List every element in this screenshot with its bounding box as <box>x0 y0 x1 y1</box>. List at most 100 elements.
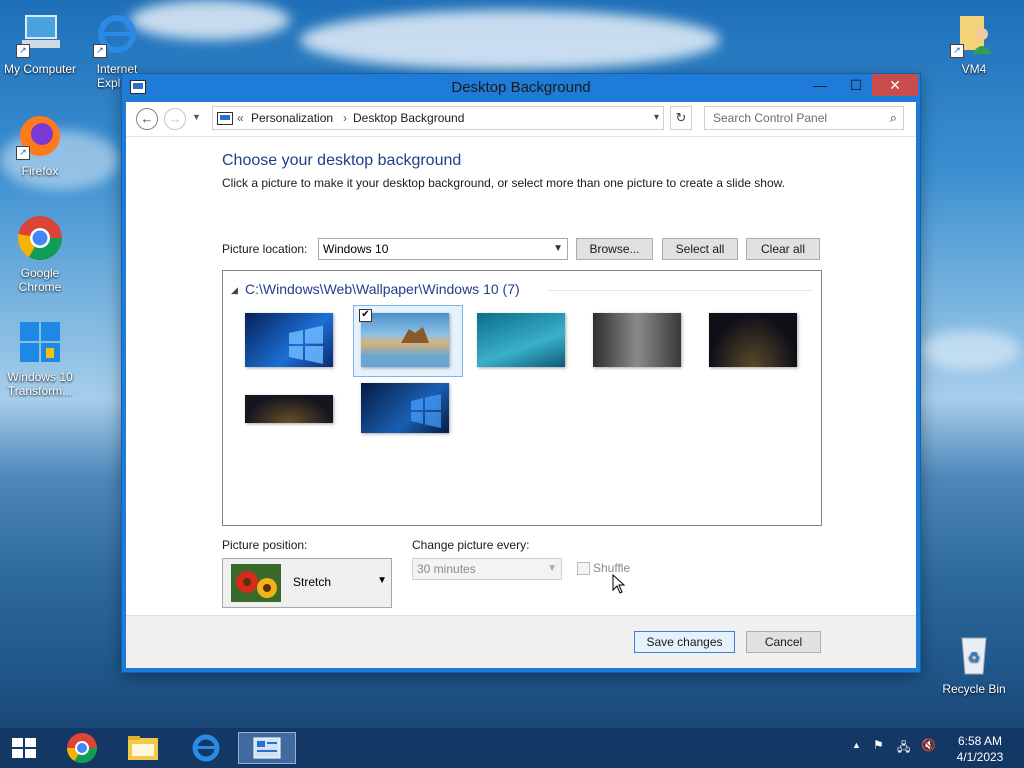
collapse-group-icon[interactable]: ◢ <box>231 285 238 296</box>
window-title: Desktop Background <box>451 79 591 96</box>
computer-icon: ↗ <box>16 10 64 58</box>
picture-location-select[interactable]: Windows 10 ▼ <box>318 238 568 260</box>
desktop-icon-recycle-bin[interactable]: ♻ Recycle Bin <box>934 630 1014 696</box>
desktop-icon-label: VM4 <box>961 62 987 76</box>
svg-text:♻: ♻ <box>968 649 981 665</box>
folder-icon <box>128 736 158 760</box>
taskbar: ▲ ⚑ 🖧 🔇 6:58 AM 4/1/2023 <box>0 728 1024 768</box>
shuffle-checkbox[interactable] <box>577 562 590 575</box>
shortcut-arrow-icon: ↗ <box>950 44 964 58</box>
window-client: ← → ▼ « Personalization › Desktop Backgr… <box>126 102 916 668</box>
page-heading: Choose your desktop background <box>222 152 462 169</box>
thumbnail-underwater-swimmer[interactable] <box>477 313 565 367</box>
recent-pages-chevron-icon[interactable]: ▼ <box>192 112 201 122</box>
chrome-icon <box>16 214 64 262</box>
desktop-icon-label: Firefox <box>21 164 59 178</box>
picture-position-select[interactable]: Stretch ▼ <box>222 558 392 608</box>
shortcut-arrow-icon: ↗ <box>16 44 30 58</box>
change-picture-select[interactable]: 30 minutes ▼ <box>412 558 562 580</box>
taskbar-chrome[interactable] <box>56 732 108 764</box>
start-button[interactable] <box>0 732 48 764</box>
search-icon: ⌕ <box>889 110 897 125</box>
picture-location-row: Picture location: Windows 10 ▼ Browse...… <box>222 238 832 264</box>
back-icon[interactable]: ← <box>136 108 158 130</box>
flowers-preview-icon <box>231 564 281 602</box>
shortcut-arrow-icon: ↗ <box>93 44 107 58</box>
taskbar-control-panel[interactable] <box>238 732 296 764</box>
user-folder-icon: ↗ <box>950 10 998 58</box>
taskbar-file-explorer[interactable] <box>118 732 170 764</box>
firefox-icon: ↗ <box>16 112 64 160</box>
browse-button[interactable]: Browse... <box>576 238 653 260</box>
shortcut-arrow-icon: ↗ <box>16 146 30 160</box>
control-panel-icon <box>217 112 233 125</box>
search-placeholder: Search Control Panel <box>713 111 828 125</box>
taskbar-internet-explorer[interactable] <box>180 732 232 764</box>
thumbnail-night-sky-tent[interactable] <box>709 313 797 367</box>
clock-time: 6:58 AM <box>957 734 1003 748</box>
desktop-icon-windows10-transform[interactable]: Windows 10 Transform... <box>0 318 80 398</box>
windows-logo-icon <box>16 318 64 366</box>
picture-location-value: Windows 10 <box>323 242 389 256</box>
forward-icon[interactable]: → <box>164 108 186 130</box>
control-panel-icon <box>253 737 281 759</box>
search-input[interactable]: Search Control Panel ⌕ <box>704 106 904 130</box>
desktop-icon-vm4[interactable]: ↗ VM4 <box>934 10 1014 76</box>
clock-date: 4/1/2023 <box>956 750 1004 764</box>
chevron-down-icon: ▼ <box>377 575 387 586</box>
address-bar[interactable]: « Personalization › Desktop Background ▾ <box>212 106 664 130</box>
address-dropdown-icon[interactable]: ▾ <box>654 107 659 129</box>
refresh-icon[interactable]: ↻ <box>670 106 692 130</box>
thumbnail-beach-rocks[interactable] <box>361 313 449 367</box>
breadcrumb-personalization[interactable]: Personalization <box>251 107 333 129</box>
dialog-footer: Save changes Cancel <box>126 615 916 668</box>
maximize-button[interactable]: ☐ <box>842 74 870 96</box>
save-changes-button[interactable]: Save changes <box>634 631 735 653</box>
breadcrumb-separator: › <box>343 111 347 125</box>
thumbnail-checkbox[interactable]: ✔ <box>359 309 372 322</box>
action-center-flag-icon[interactable]: ⚑ <box>873 738 884 752</box>
picture-position-label: Picture position: <box>222 538 308 552</box>
select-all-button[interactable]: Select all <box>662 238 738 260</box>
close-button[interactable]: ✕ <box>872 74 918 96</box>
window-titlebar[interactable]: Desktop Background — ☐ ✕ <box>122 74 920 102</box>
shuffle-label: Shuffle <box>593 561 631 575</box>
clear-all-button[interactable]: Clear all <box>746 238 820 260</box>
page-description: Click a picture to make it your desktop … <box>222 176 785 190</box>
mouse-cursor-icon <box>612 574 626 594</box>
system-clock[interactable]: 6:58 AM 4/1/2023 <box>950 733 1010 765</box>
change-picture-label: Change picture every: <box>412 538 530 552</box>
address-toolbar: ← → ▼ « Personalization › Desktop Backgr… <box>126 102 916 137</box>
windows-start-icon <box>12 738 36 758</box>
desktop-background-window: Desktop Background — ☐ ✕ ← → ▼ « Persona… <box>122 74 920 672</box>
desktop-icon-firefox[interactable]: ↗ Firefox <box>0 112 80 178</box>
chevron-down-icon: ▼ <box>553 243 563 254</box>
breadcrumb-desktop-background[interactable]: Desktop Background <box>353 107 464 129</box>
desktop-icon-my-computer[interactable]: ↗ My Computer <box>0 10 80 76</box>
chevron-down-icon: ▼ <box>547 563 557 574</box>
volume-muted-icon[interactable]: 🔇 <box>921 738 936 752</box>
wallpaper-cloud <box>300 10 720 70</box>
recycle-bin-icon: ♻ <box>950 630 998 678</box>
internet-explorer-icon <box>192 734 220 762</box>
desktop-icon-label: Recycle Bin <box>942 682 1006 696</box>
picture-position-value: Stretch <box>293 575 332 589</box>
thumbnail-night-panorama[interactable] <box>245 395 333 423</box>
address-prefix: « <box>237 111 244 125</box>
cancel-button[interactable]: Cancel <box>746 631 821 653</box>
group-divider <box>547 290 813 291</box>
wallpaper-cloud <box>920 330 1020 370</box>
thumbnail-windows-logo-blue[interactable] <box>245 313 333 367</box>
desktop-icon-label: Google Chrome <box>18 266 62 294</box>
network-icon[interactable]: 🖧 <box>897 738 910 759</box>
gallery-group-header[interactable]: C:\Windows\Web\Wallpaper\Windows 10 (7) <box>245 281 520 297</box>
thumbnail-windows-logo-dark[interactable] <box>361 383 449 433</box>
show-hidden-icons-icon[interactable]: ▲ <box>852 740 861 750</box>
thumbnail-rock-cliff[interactable] <box>593 313 681 367</box>
desktop-icon-label: My Computer <box>3 62 77 76</box>
chrome-icon <box>67 733 97 764</box>
change-picture-value: 30 minutes <box>417 562 476 576</box>
desktop-icon-label: Windows 10 Transform... <box>7 370 73 398</box>
minimize-button[interactable]: — <box>806 74 834 96</box>
desktop-icon-google-chrome[interactable]: Google Chrome <box>0 214 80 294</box>
